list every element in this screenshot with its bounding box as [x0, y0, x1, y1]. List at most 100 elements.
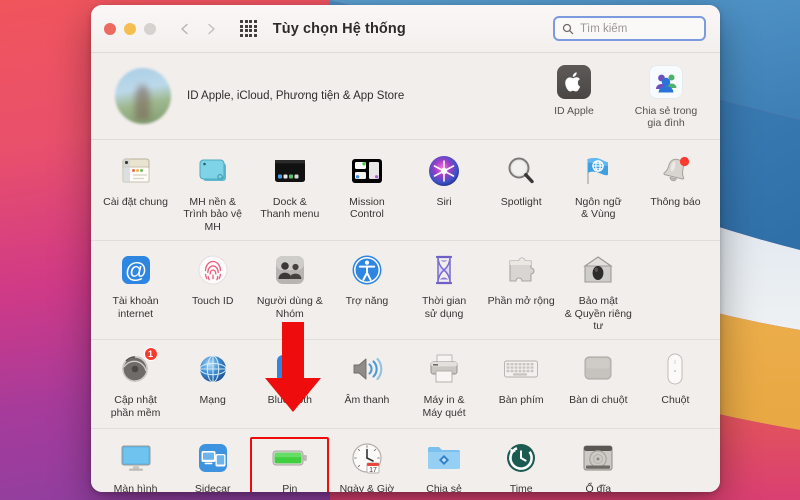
prefs-row-2: @ Tài khoản internet Touch ID Người dùng…	[91, 241, 720, 341]
displays-icon	[116, 438, 156, 478]
apple-id-tiles: ID Apple Chia sẻ trong gia đình	[538, 63, 702, 129]
pref-label: Âm thanh	[344, 394, 390, 407]
pref-label: Ngày & Giờ	[339, 483, 395, 492]
pref-label: Siri	[436, 196, 452, 208]
pref-label: Thời gian sử dụng	[421, 295, 467, 320]
pref-users-groups[interactable]: Người dùng & Nhóm	[251, 250, 328, 332]
prefs-row-3: 1 Cập nhật phần mềm Mạng Bluetooth Âm th…	[91, 340, 720, 430]
pref-label: Ngôn ngữ & Vùng	[574, 196, 622, 221]
keyboard-icon	[501, 349, 541, 389]
pref-label: ID Apple	[554, 105, 594, 117]
apple-id-banner[interactable]: ID Apple, iCloud, Phương tiện & App Stor…	[91, 53, 720, 140]
internet-accounts-icon: @	[116, 250, 156, 290]
software-update-icon: 1	[116, 347, 158, 389]
forward-chevron-icon[interactable]	[204, 22, 218, 36]
close-button[interactable]	[104, 22, 116, 35]
pref-bluetooth[interactable]: Bluetooth	[251, 349, 328, 421]
pref-mouse[interactable]: Chuột	[637, 349, 714, 421]
dock-menubar-icon	[270, 151, 310, 191]
pref-apple-id[interactable]: ID Apple	[538, 63, 610, 129]
pref-extensions[interactable]: Phần mở rộng	[483, 250, 560, 332]
general-icon	[116, 151, 156, 191]
pref-label: Tài khoản internet	[112, 295, 159, 320]
pref-time-machine[interactable]: Time Machine	[483, 438, 560, 492]
pref-label: Cài đặt chung	[103, 196, 168, 208]
extensions-icon	[501, 250, 541, 290]
search-input[interactable]	[580, 22, 690, 35]
prefs-row-4: Màn hình Sidecar Pin 17 Ngày & Giờ Chia …	[91, 429, 720, 492]
prefs-row-1: Cài đặt chung MH nền & Trình bảo vệ MH D…	[91, 142, 720, 242]
window-titlebar: Tùy chọn Hệ thống	[91, 5, 720, 53]
pref-notifications[interactable]: Thông báo	[637, 151, 714, 233]
pref-printers-scanners[interactable]: Máy in & Máy quét	[406, 349, 483, 421]
pref-keyboard[interactable]: Bàn phím	[483, 349, 560, 421]
pref-label: Sidecar	[194, 483, 231, 492]
pref-screen-time[interactable]: Thời gian sử dụng	[406, 250, 483, 332]
screen-time-icon	[424, 250, 464, 290]
pref-security-privacy[interactable]: Bảo mật & Quyền riêng tư	[560, 250, 637, 332]
pref-label: Mạng	[199, 394, 226, 407]
search-field[interactable]	[553, 16, 706, 41]
pref-accessibility[interactable]: Trợ năng	[328, 250, 405, 332]
pref-general[interactable]: Cài đặt chung	[97, 151, 174, 233]
pref-network[interactable]: Mạng	[174, 349, 251, 421]
pref-label: Touch ID	[191, 295, 234, 308]
mouse-icon	[655, 349, 695, 389]
minimize-button[interactable]	[124, 22, 136, 35]
mission-control-icon	[347, 151, 387, 191]
pref-trackpad[interactable]: Bàn di chuột	[560, 349, 637, 421]
zoom-button[interactable]	[144, 22, 156, 35]
avatar[interactable]	[115, 68, 171, 124]
pref-desktop-screensaver[interactable]: MH nền & Trình bảo vệ MH	[174, 151, 251, 233]
pref-sharing[interactable]: Chia sẻ	[406, 438, 483, 492]
pref-mission-control[interactable]: Mission Control	[328, 151, 405, 233]
spotlight-icon	[501, 151, 541, 191]
show-all-grid-icon[interactable]	[240, 20, 257, 37]
pref-sidecar[interactable]: Sidecar	[174, 438, 251, 492]
pref-label: Màn hình	[113, 483, 158, 492]
back-chevron-icon[interactable]	[178, 22, 192, 36]
sharing-icon	[424, 438, 464, 478]
pref-label: Máy in & Máy quét	[422, 394, 466, 419]
startup-disk-icon	[578, 438, 618, 478]
pref-empty-slot	[637, 250, 714, 332]
desktop-screensaver-icon	[193, 151, 233, 191]
users-groups-icon	[270, 250, 310, 290]
pref-label: Spotlight	[500, 196, 542, 208]
siri-icon	[424, 151, 464, 191]
pref-label: Bàn di chuột	[569, 394, 628, 407]
trackpad-icon	[578, 349, 618, 389]
pref-language-region[interactable]: Ngôn ngữ & Vùng	[560, 151, 637, 233]
pref-displays[interactable]: Màn hình	[97, 438, 174, 492]
sound-icon	[347, 349, 387, 389]
svg-text:17: 17	[369, 467, 377, 474]
pref-label: MH nền & Trình bảo vệ MH	[183, 196, 242, 233]
pref-label: Mission Control	[349, 196, 385, 221]
pref-software-update[interactable]: 1 Cập nhật phần mềm	[97, 347, 174, 421]
pref-label: Người dùng & Nhóm	[256, 295, 323, 320]
pref-label: Trợ năng	[345, 295, 389, 308]
pref-label: Chia sẻ trong gia đình	[634, 105, 698, 129]
traffic-lights	[104, 22, 156, 35]
pref-sound[interactable]: Âm thanh	[328, 349, 405, 421]
pref-dock-menubar[interactable]: Dock & Thanh menu	[251, 151, 328, 233]
battery-icon	[270, 438, 310, 478]
apple-logo-icon	[538, 63, 610, 101]
network-icon	[193, 349, 233, 389]
pref-label: Cập nhật phần mềm	[110, 394, 161, 419]
pref-label: Dock & Thanh menu	[260, 196, 320, 221]
pref-label: Phần mở rộng	[487, 295, 555, 308]
pref-startup-disk[interactable]: Ổ đĩa Khởi động	[560, 438, 637, 492]
pref-touch-id[interactable]: Touch ID	[174, 250, 251, 332]
pref-label: Bluetooth	[267, 394, 312, 407]
pref-label: Thông báo	[650, 196, 701, 208]
pref-internet-accounts[interactable]: @ Tài khoản internet	[97, 250, 174, 332]
touch-id-icon	[193, 250, 233, 290]
badge-count: 1	[143, 347, 158, 362]
pref-spotlight[interactable]: Spotlight	[483, 151, 560, 233]
pref-family-sharing[interactable]: Chia sẻ trong gia đình	[630, 63, 702, 129]
pref-label: Chuột	[661, 394, 690, 407]
pref-siri[interactable]: Siri	[406, 151, 483, 233]
pref-date-time[interactable]: 17 Ngày & Giờ	[328, 438, 405, 492]
pref-battery[interactable]: Pin	[250, 437, 330, 492]
